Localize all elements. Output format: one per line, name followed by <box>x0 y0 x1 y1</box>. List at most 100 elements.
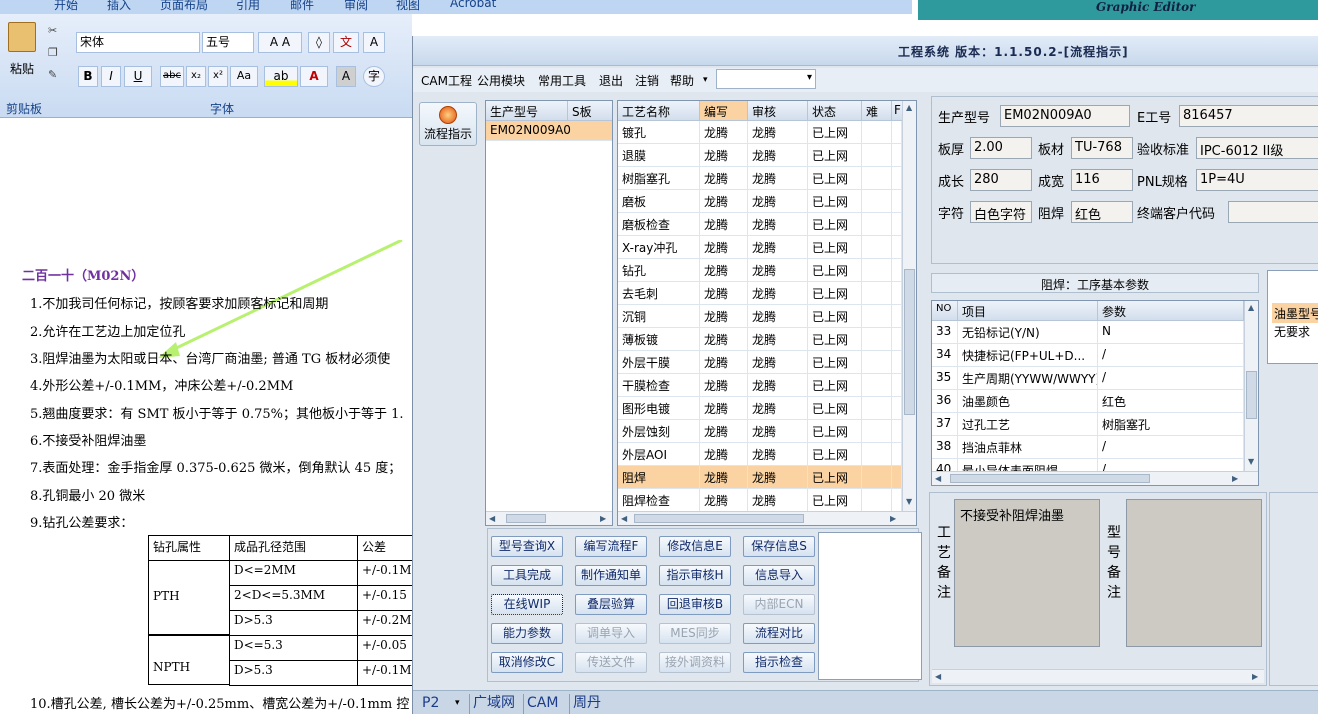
menu-help[interactable]: 帮助 <box>670 72 694 89</box>
process-cell[interactable]: 已上网 <box>808 397 862 420</box>
action-button[interactable]: 能力参数 <box>491 623 563 644</box>
notes-box[interactable] <box>818 532 922 680</box>
process-cell[interactable] <box>862 443 892 466</box>
process-cell[interactable]: 龙腾 <box>700 121 748 144</box>
cut-icon[interactable]: ✂ <box>48 24 57 37</box>
tab-p2[interactable]: P2 <box>419 694 442 714</box>
process-cell[interactable] <box>862 121 892 144</box>
param-row[interactable]: 37 <box>932 413 958 436</box>
process-cell[interactable] <box>892 466 902 489</box>
menu-exit[interactable]: 退出 <box>599 72 623 89</box>
process-cell[interactable]: 龙腾 <box>700 420 748 443</box>
process-cell[interactable] <box>862 351 892 374</box>
word-document[interactable]: 二百一十（M02N） 1.不加我司任何标记，按顾客要求加顾客标记和周期 2.允许… <box>0 145 412 714</box>
change-case-icon[interactable]: Aa <box>230 66 258 87</box>
action-button[interactable]: 调单导入 <box>575 623 647 644</box>
action-button[interactable]: 回退审核B <box>659 594 731 615</box>
horizontal-scrollbar[interactable]: ◀ ▶ <box>618 511 916 525</box>
process-cell[interactable] <box>892 167 902 190</box>
process-cell[interactable]: 龙腾 <box>748 489 808 512</box>
process-row[interactable]: 去毛刺 <box>618 282 700 305</box>
process-cell[interactable]: 龙腾 <box>748 351 808 374</box>
param-cell[interactable]: 过孔工艺 <box>958 413 1098 436</box>
bold-icon[interactable]: B <box>78 66 98 87</box>
word-tab[interactable]: Acrobat <box>450 0 496 10</box>
menu-public-module[interactable]: 公用模块 <box>477 72 525 89</box>
scroll-thumb[interactable] <box>634 514 804 523</box>
word-tab[interactable]: 视图 <box>396 0 420 13</box>
eno-field[interactable]: 816457 <box>1179 105 1318 127</box>
process-row[interactable]: 钻孔 <box>618 259 700 282</box>
process-cell[interactable]: 龙腾 <box>748 236 808 259</box>
grid-header[interactable]: 生产型号 <box>486 101 568 121</box>
process-cell[interactable]: 龙腾 <box>700 213 748 236</box>
process-cell[interactable]: 已上网 <box>808 213 862 236</box>
word-tab[interactable]: 审阅 <box>344 0 368 13</box>
grid-header[interactable]: 难 <box>862 101 892 121</box>
process-cell[interactable]: 龙腾 <box>700 305 748 328</box>
param-cell[interactable]: 挡油点菲林 <box>958 436 1098 459</box>
process-cell[interactable] <box>862 489 892 512</box>
process-cell[interactable] <box>892 374 902 397</box>
process-cell[interactable] <box>892 190 902 213</box>
length-field[interactable]: 280 <box>970 169 1032 191</box>
menu-tools[interactable]: 常用工具 <box>538 72 586 89</box>
char-border-icon[interactable]: A <box>363 32 385 53</box>
horizontal-scrollbar[interactable]: ◀ ▶ <box>486 511 612 525</box>
process-cell[interactable] <box>862 167 892 190</box>
tab-wan[interactable]: 广域网 <box>469 694 518 714</box>
process-cell[interactable] <box>862 420 892 443</box>
process-row[interactable]: 磨板检查 <box>618 213 700 236</box>
process-cell[interactable]: 龙腾 <box>700 167 748 190</box>
horizontal-scrollbar[interactable]: ◀ ▶ <box>932 669 1264 683</box>
process-cell[interactable] <box>862 282 892 305</box>
process-row[interactable]: 磨板 <box>618 190 700 213</box>
param-cell[interactable]: 红色 <box>1098 390 1244 413</box>
process-cell[interactable]: 龙腾 <box>748 213 808 236</box>
grid-header[interactable]: 工艺名称 <box>618 101 700 121</box>
process-cell[interactable] <box>892 259 902 282</box>
process-cell[interactable]: 已上网 <box>808 259 862 282</box>
tab-user[interactable]: 周丹 <box>569 694 604 714</box>
param-cell[interactable]: 快捷标记(FP+UL+D... <box>958 344 1098 367</box>
process-cell[interactable]: 龙腾 <box>748 144 808 167</box>
word-tab[interactable]: 邮件 <box>290 0 314 13</box>
process-cell[interactable]: 龙腾 <box>748 190 808 213</box>
param-cell[interactable]: / <box>1098 436 1244 459</box>
process-cell[interactable]: 龙腾 <box>700 351 748 374</box>
font-name-select[interactable]: 宋体 <box>76 32 200 53</box>
action-button[interactable]: 保存信息S <box>743 536 815 557</box>
scroll-thumb[interactable] <box>506 514 546 523</box>
grid-header[interactable]: NO <box>932 301 958 321</box>
font-color-icon[interactable]: A <box>300 66 328 87</box>
param-cell[interactable]: / <box>1098 344 1244 367</box>
process-cell[interactable] <box>862 213 892 236</box>
process-row[interactable]: 干膜检查 <box>618 374 700 397</box>
process-cell[interactable]: 已上网 <box>808 374 862 397</box>
superscript-icon[interactable]: x² <box>208 66 228 87</box>
process-cell[interactable]: 已上网 <box>808 443 862 466</box>
scroll-thumb[interactable] <box>950 474 1150 483</box>
process-cell[interactable]: 已上网 <box>808 328 862 351</box>
process-row[interactable]: 薄板镀 <box>618 328 700 351</box>
model-row[interactable]: EM02N009A0 <box>486 121 612 141</box>
process-cell[interactable]: 已上网 <box>808 466 862 489</box>
process-cell[interactable] <box>892 443 902 466</box>
action-button[interactable]: 取消修改C <box>491 652 563 673</box>
process-cell[interactable] <box>892 397 902 420</box>
action-button[interactable]: 工具完成 <box>491 565 563 586</box>
italic-icon[interactable]: I <box>101 66 121 87</box>
scroll-thumb[interactable] <box>1246 371 1257 419</box>
process-row[interactable]: 图形电镀 <box>618 397 700 420</box>
menu-logout[interactable]: 注销 <box>635 72 659 89</box>
action-button[interactable]: 制作通知单 <box>575 565 647 586</box>
param-row[interactable]: 34 <box>932 344 958 367</box>
process-cell[interactable] <box>892 489 902 512</box>
action-button[interactable]: 叠层验算 <box>575 594 647 615</box>
param-cell[interactable]: N <box>1098 321 1244 344</box>
vertical-scrollbar[interactable]: ▲ ▼ <box>902 101 916 511</box>
process-row[interactable]: 外层AOI <box>618 443 700 466</box>
pnl-field[interactable]: 1P=4U <box>1196 169 1318 191</box>
action-button[interactable]: 修改信息E <box>659 536 731 557</box>
param-row[interactable]: 36 <box>932 390 958 413</box>
